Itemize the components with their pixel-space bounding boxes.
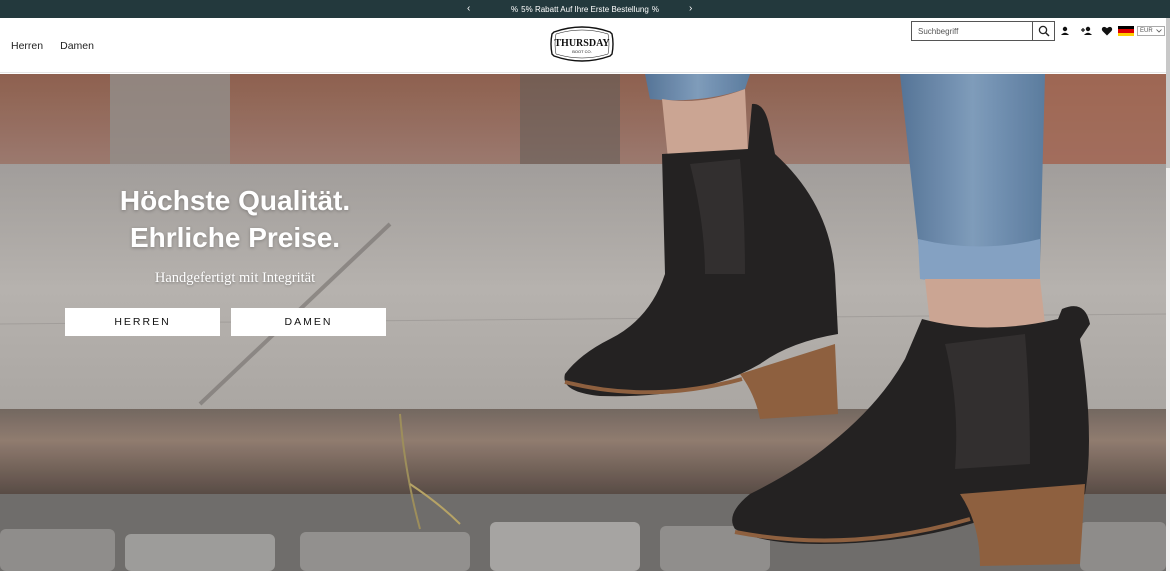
percent-icon: %: [651, 4, 659, 14]
page-scrollbar[interactable]: [1166, 18, 1170, 571]
chevron-left-icon[interactable]: ‹: [467, 2, 470, 16]
nav-item-damen[interactable]: Damen: [60, 40, 94, 52]
search-input[interactable]: [912, 22, 1032, 40]
svg-text:THURSDAY: THURSDAY: [554, 38, 610, 49]
chevron-down-icon: [1155, 29, 1162, 33]
hero-subtitle: Handgefertigt mit Integrität: [154, 270, 316, 286]
percent-icon: %: [511, 4, 519, 14]
brand-logo[interactable]: THURSDAY BOOT CO.: [548, 24, 616, 64]
hero-banner: Höchste Qualität. Ehrliche Preise. Handg…: [0, 74, 1166, 571]
site-header: Herren Damen THURSDAY BOOT CO. Suchbegri…: [0, 18, 1170, 73]
scrollbar-thumb[interactable]: [1166, 18, 1170, 168]
shop-herren-button[interactable]: HERREN: [65, 308, 220, 336]
search-box: [911, 21, 1055, 41]
main-nav: Herren Damen: [11, 40, 94, 52]
heart-icon[interactable]: [1101, 25, 1113, 37]
search-icon: [1038, 25, 1050, 37]
announcement-bar: ‹ % 5% Rabatt Auf Ihre Erste Bestellung …: [0, 0, 1170, 18]
search-button[interactable]: [1032, 22, 1054, 40]
currency-value: EUR: [1140, 28, 1153, 34]
announcement-message: % 5% Rabatt Auf Ihre Erste Bestellung %: [511, 5, 659, 14]
account-icon[interactable]: [1059, 25, 1071, 37]
svg-text:BOOT CO.: BOOT CO.: [572, 49, 591, 54]
hero-title-line-2: Ehrliche Preise.: [129, 222, 341, 253]
germany-flag-icon[interactable]: [1118, 26, 1134, 36]
nav-item-herren[interactable]: Herren: [11, 40, 43, 52]
hero-title-line-1: Höchste Qualität.: [119, 185, 351, 216]
shop-damen-button[interactable]: DAMEN: [231, 308, 386, 336]
chevron-right-icon[interactable]: ›: [689, 2, 692, 16]
announcement-text: 5% Rabatt Auf Ihre Erste Bestellung: [521, 4, 649, 14]
currency-select[interactable]: EUR: [1137, 26, 1165, 36]
add-user-icon[interactable]: [1080, 25, 1092, 37]
hero-title: Höchste Qualität. Ehrliche Preise.: [60, 182, 410, 256]
